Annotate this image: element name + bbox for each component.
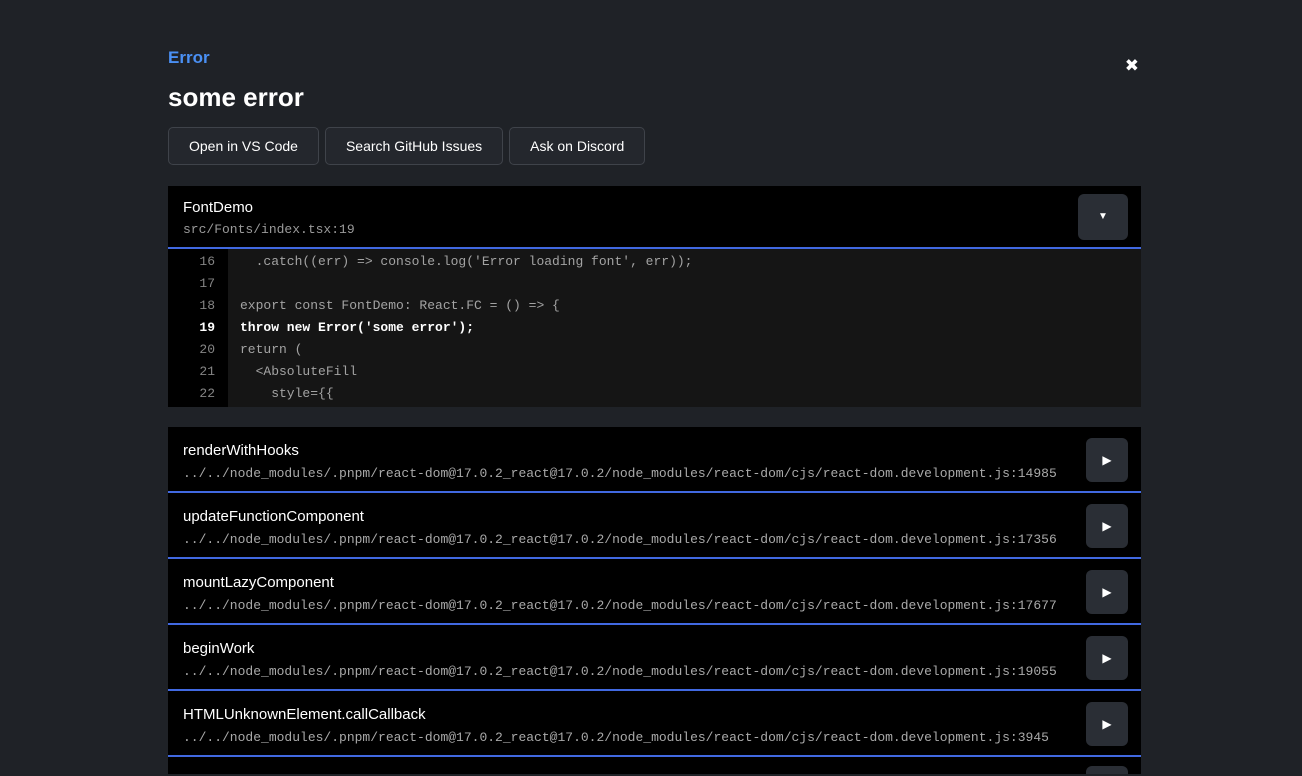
stack-frame-function: HTMLUnknownElement.callCallback <box>183 707 1071 724</box>
code-frame-file-path: src/Fonts/index.tsx:19 <box>183 222 1125 238</box>
code-line: 16 .catch((err) => console.log('Error lo… <box>168 251 1141 273</box>
line-code: return ( <box>228 339 1141 361</box>
code-frame: FontDemo src/Fonts/index.tsx:19 ▼ 16 .ca… <box>168 186 1141 408</box>
search-github-issues-button[interactable]: Search GitHub Issues <box>325 127 503 165</box>
error-message: some error <box>168 83 1141 113</box>
code-line: 20return ( <box>168 339 1141 361</box>
stack-frame-location: ../../node_modules/.pnpm/react-dom@17.0.… <box>183 466 1071 481</box>
line-number: 16 <box>168 251 228 273</box>
expand-frame-button[interactable]: ▶ <box>1086 504 1128 548</box>
stack-frame-location: ../../node_modules/.pnpm/react-dom@17.0.… <box>183 532 1071 547</box>
stack-frame-callcallback: HTMLUnknownElement.callCallback ../../no… <box>168 691 1141 757</box>
line-code: .catch((err) => console.log('Error loadi… <box>228 251 1141 273</box>
close-button[interactable]: ✖ <box>1125 58 1139 75</box>
stack-frame-location: ../../node_modules/.pnpm/react-dom@17.0.… <box>183 730 1071 745</box>
line-number: 20 <box>168 339 228 361</box>
play-icon: ▶ <box>1102 717 1111 731</box>
stack-trace-list: renderWithHooks ../../node_modules/.pnpm… <box>168 427 1141 774</box>
error-type-label: Error <box>168 48 1141 68</box>
line-number: 21 <box>168 361 228 383</box>
action-buttons-row: Open in VS Code Search GitHub Issues Ask… <box>168 127 1141 165</box>
error-overlay: ✖ Error some error Open in VS Code Searc… <box>168 0 1141 774</box>
code-frame-function-name: FontDemo <box>183 199 1125 217</box>
expand-frame-button[interactable]: ▶ <box>1086 702 1128 746</box>
play-icon: ▶ <box>1102 519 1111 533</box>
code-line: 22 style={{ <box>168 383 1141 405</box>
stack-frame-beginwork: beginWork ../../node_modules/.pnpm/react… <box>168 625 1141 691</box>
line-number: 22 <box>168 383 228 405</box>
code-line: 21 <AbsoluteFill <box>168 361 1141 383</box>
close-icon: ✖ <box>1125 56 1139 76</box>
line-number: 17 <box>168 273 228 295</box>
code-block: 16 .catch((err) => console.log('Error lo… <box>168 249 1141 407</box>
code-frame-header: FontDemo src/Fonts/index.tsx:19 ▼ <box>168 186 1141 250</box>
line-code: <AbsoluteFill <box>228 361 1141 383</box>
line-code: export const FontDemo: React.FC = () => … <box>228 295 1141 317</box>
line-code: style={{ <box>228 383 1141 405</box>
code-line: 18export const FontDemo: React.FC = () =… <box>168 295 1141 317</box>
code-line-highlighted: 19throw new Error('some error'); <box>168 317 1141 339</box>
line-number: 19 <box>168 317 228 339</box>
stack-frame-function: mountLazyComponent <box>183 575 1071 592</box>
expand-frame-button[interactable]: ▶ <box>1086 636 1128 680</box>
line-code: throw new Error('some error'); <box>228 317 1141 339</box>
play-icon: ▶ <box>1102 585 1111 599</box>
stack-frame-mountlazycomponent: mountLazyComponent ../../node_modules/.p… <box>168 559 1141 625</box>
stack-frame-location: ../../node_modules/.pnpm/react-dom@17.0.… <box>183 598 1071 613</box>
expand-frame-button[interactable]: ▶ <box>1086 438 1128 482</box>
play-icon: ▶ <box>1102 453 1111 467</box>
stack-frame-location: ../../node_modules/.pnpm/react-dom@17.0.… <box>183 664 1071 679</box>
line-number: 18 <box>168 295 228 317</box>
line-code <box>228 273 1141 295</box>
stack-frame-function: beginWork <box>183 641 1071 658</box>
stack-frame-function: renderWithHooks <box>183 443 1071 460</box>
stack-frame-renderwithhooks: renderWithHooks ../../node_modules/.pnpm… <box>168 427 1141 493</box>
play-icon: ▶ <box>1102 651 1111 665</box>
collapse-code-frame-button[interactable]: ▼ <box>1078 194 1128 240</box>
expand-frame-button[interactable]: ▶ <box>1086 570 1128 614</box>
chevron-down-icon: ▼ <box>1098 211 1108 222</box>
expand-frame-button[interactable]: ▶ <box>1086 766 1128 774</box>
stack-frame-updatefunctioncomponent: updateFunctionComponent ../../node_modul… <box>168 493 1141 559</box>
ask-on-discord-button[interactable]: Ask on Discord <box>509 127 645 165</box>
code-line: 17 <box>168 273 1141 295</box>
stack-frame-function: updateFunctionComponent <box>183 509 1071 526</box>
stack-frame-partial: ▶ <box>168 757 1141 774</box>
open-in-vscode-button[interactable]: Open in VS Code <box>168 127 319 165</box>
